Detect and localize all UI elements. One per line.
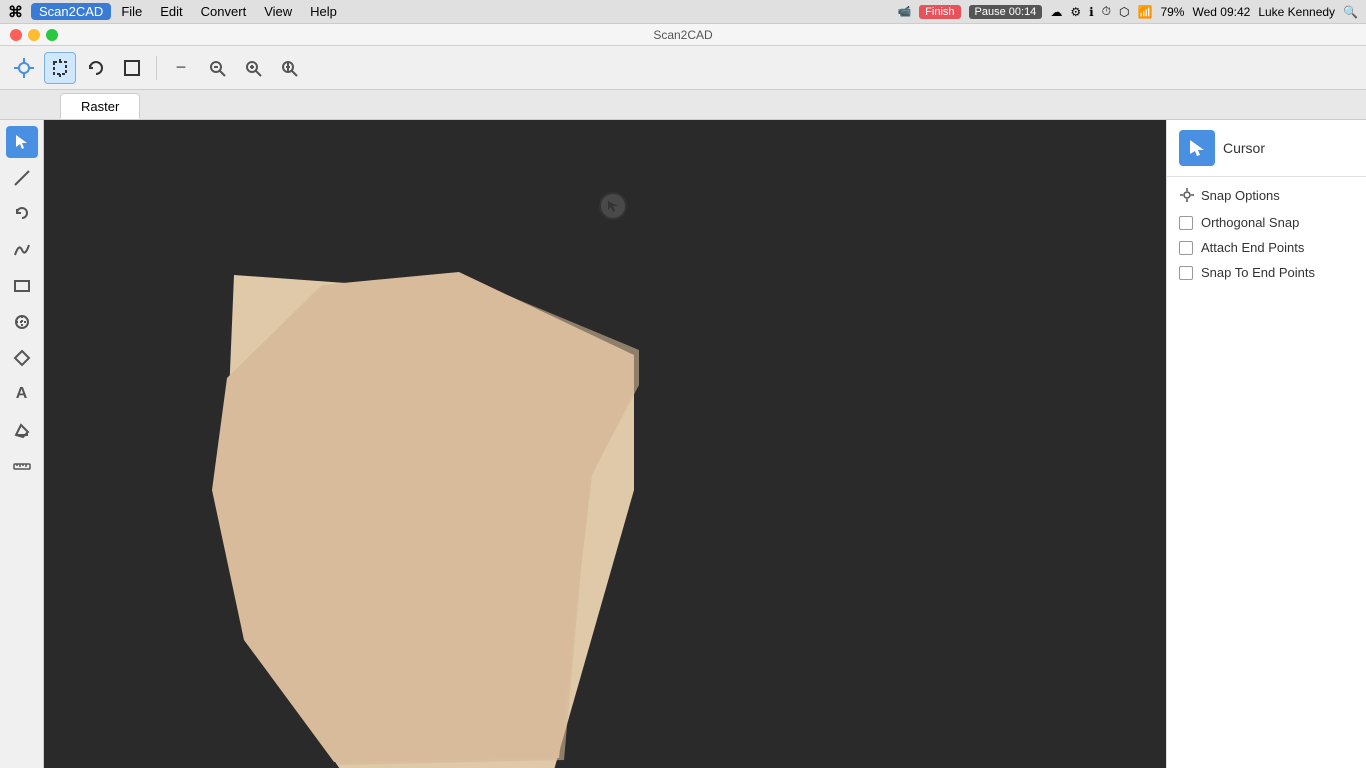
search-icon[interactable]: 🔍 [1343,5,1358,19]
cursor-label: Cursor [1223,140,1265,156]
finish-button[interactable]: Finish [919,5,960,19]
snap-to-end-points-label: Snap To End Points [1201,265,1315,280]
diamond-tool[interactable] [6,342,38,374]
orthogonal-snap-label: Orthogonal Snap [1201,215,1299,230]
close-button[interactable] [10,29,22,41]
zoom-in-tool[interactable] [273,52,305,84]
cursor-icon-button[interactable] [1179,130,1215,166]
minimize-button[interactable] [28,29,40,41]
info-icon: ℹ [1089,5,1094,19]
orthogonal-snap-checkbox[interactable] [1179,216,1193,230]
attach-end-points-option: Attach End Points [1179,240,1354,255]
view-menu[interactable]: View [256,3,300,20]
curve-tool[interactable] [6,234,38,266]
screen-record-icon: 📹 [897,5,911,18]
cursor-section: Cursor [1167,120,1366,177]
zoom-out-tool[interactable]: − [165,52,197,84]
cloud-icon: ☁ [1050,5,1062,19]
rotate-tool[interactable] [80,52,112,84]
right-panel: Cursor Snap Options Orthogonal Snap [1166,120,1366,768]
tabbar: Raster [0,90,1366,120]
crosshair-tool[interactable] [44,52,76,84]
datetime: Wed 09:42 [1192,5,1250,19]
raster-tab[interactable]: Raster [60,93,140,119]
orthogonal-snap-option: Orthogonal Snap [1179,215,1354,230]
convert-menu[interactable]: Convert [193,3,255,20]
snap-section: Snap Options Orthogonal Snap Attach End … [1167,177,1366,300]
main-area: A [0,120,1366,768]
toolbar: − [0,46,1366,90]
username: Luke Kennedy [1258,5,1335,19]
apple-menu[interactable]: ⌘ [8,3,23,21]
line-tool[interactable] [6,162,38,194]
snap-options-header: Snap Options [1179,187,1354,203]
select-tool[interactable] [6,126,38,158]
undo-tool[interactable] [6,198,38,230]
history-icon: ⏱ [1102,4,1111,19]
edit-menu[interactable]: Edit [152,3,190,20]
help-menu[interactable]: Help [302,3,345,20]
left-toolbar: A [0,120,44,768]
titlebar: Scan2CAD [0,24,1366,46]
crop-tool[interactable] [116,52,148,84]
zoom-custom-tool[interactable] [237,52,269,84]
menubar-right: 📹 Finish Pause 00:14 ☁ ⚙ ℹ ⏱ ⬡ 📶 79% Wed… [897,4,1358,19]
attach-end-points-label: Attach End Points [1201,240,1304,255]
rect-tool[interactable] [6,270,38,302]
cursor-indicator [599,192,627,220]
canvas-area[interactable] [44,120,1166,768]
bluetooth-icon: ⬡ [1119,5,1129,19]
app-name[interactable]: Scan2CAD [31,3,111,20]
snap-to-end-points-option: Snap To End Points [1179,265,1354,280]
battery-level: 79% [1160,5,1184,19]
attach-end-points-checkbox[interactable] [1179,241,1193,255]
maximize-button[interactable] [46,29,58,41]
window-controls [10,29,58,41]
snap-to-end-points-checkbox[interactable] [1179,266,1193,280]
window-title: Scan2CAD [653,28,712,42]
pause-button[interactable]: Pause 00:14 [969,5,1043,19]
toolbar-separator-1 [156,56,157,80]
measure-tool[interactable] [6,450,38,482]
menubar: ⌘ Scan2CAD File Edit Convert View Help 📹… [0,0,1366,24]
zoom-fit-tool[interactable] [201,52,233,84]
eraser-tool[interactable] [6,414,38,446]
file-menu[interactable]: File [113,3,150,20]
settings-icon: ⚙ [1070,5,1081,19]
snap-icon [1179,187,1195,203]
text-tool[interactable]: A [6,378,38,410]
home-tool[interactable] [8,52,40,84]
circle-tool[interactable] [6,306,38,338]
wifi-icon: 📶 [1138,5,1153,19]
